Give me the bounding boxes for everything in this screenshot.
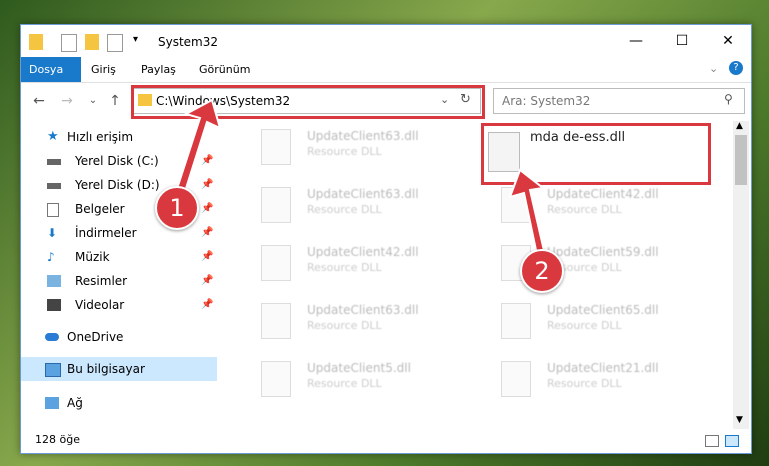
arrow-to-target-file: [508, 168, 547, 256]
step-badge-1: 1: [155, 186, 199, 230]
arrow-to-address-bar: [173, 98, 222, 200]
arrow-overlay: [173, 98, 547, 256]
step-badge-2: 2: [520, 249, 564, 293]
